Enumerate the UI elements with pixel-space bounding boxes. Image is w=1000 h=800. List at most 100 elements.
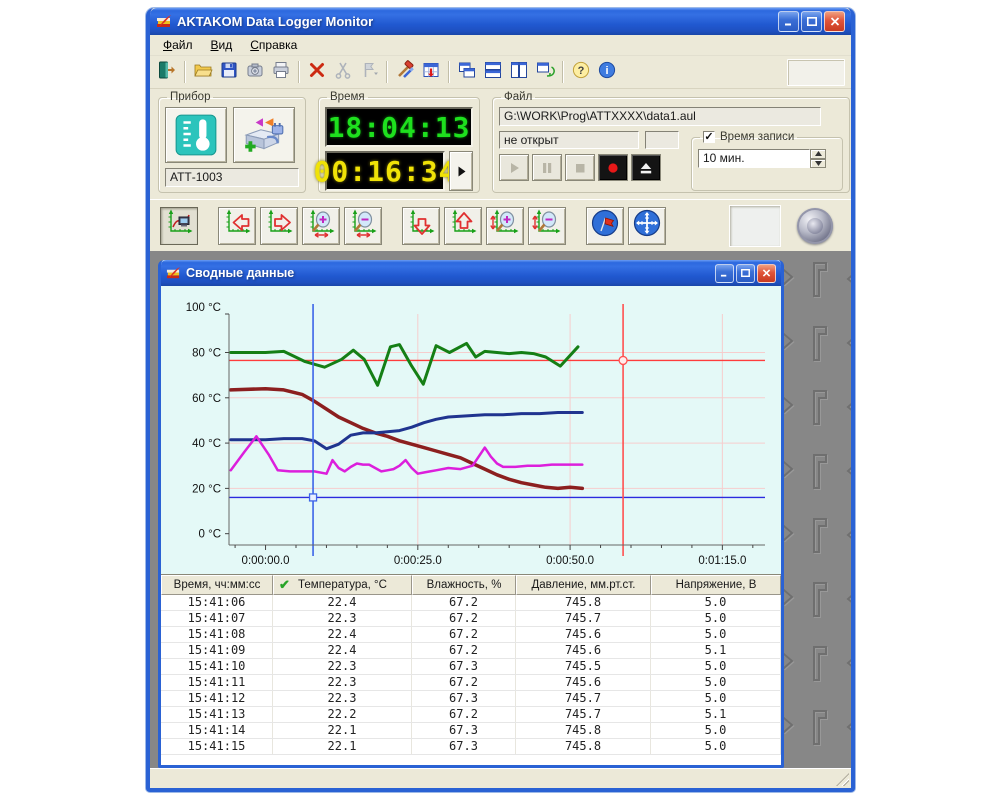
menu-item-справка[interactable]: Справка [241, 36, 306, 54]
spinner-down-icon [815, 161, 822, 166]
marker-dropdown-button[interactable] [356, 59, 382, 85]
device-settings-button[interactable] [165, 107, 227, 163]
scroll-left-button[interactable] [218, 207, 256, 245]
clock-display: 18:04:13 [325, 107, 473, 147]
table-cell: 745.6 [516, 627, 651, 642]
print-button[interactable] [268, 59, 294, 85]
column-header[interactable]: Влажность, % [412, 575, 516, 595]
table-cell: 22.3 [273, 659, 412, 674]
table-cell: 67.3 [412, 659, 516, 674]
zoom-out-y-button[interactable] [528, 207, 566, 245]
column-header[interactable]: Напряжение, В [651, 575, 781, 595]
table-row[interactable]: 15:41:0622.467.2745.85.0 [161, 595, 781, 611]
table-row[interactable]: 15:41:0922.467.2745.65.1 [161, 643, 781, 659]
stop-button[interactable] [565, 154, 595, 181]
close-button[interactable] [824, 11, 845, 32]
device-panel: Прибор [158, 91, 306, 193]
save-button[interactable] [216, 59, 242, 85]
svg-text:0:00:00.0: 0:00:00.0 [242, 555, 290, 567]
interval-up-button[interactable] [810, 149, 826, 159]
table-row[interactable]: 15:41:0822.467.2745.65.0 [161, 627, 781, 643]
table-row[interactable]: 15:41:1322.267.2745.75.1 [161, 707, 781, 723]
table-cell: 15:41:08 [161, 627, 273, 642]
summary-minimize-button[interactable] [715, 264, 734, 283]
save-icon [219, 60, 239, 85]
summary-titlebar[interactable]: Сводные данные [161, 260, 781, 286]
delete-button[interactable] [304, 59, 330, 85]
table-row[interactable]: 15:41:0722.367.2745.75.0 [161, 611, 781, 627]
pause-button[interactable] [532, 154, 562, 181]
file-panel-legend: Файл [501, 91, 535, 103]
minimize-button[interactable] [778, 11, 799, 32]
arrange-icons-button[interactable] [532, 59, 558, 85]
zoom-in-x-button[interactable] [302, 207, 340, 245]
menu-item-файл[interactable]: Файл [154, 36, 202, 54]
play-button[interactable] [499, 154, 529, 181]
maximize-button[interactable] [801, 11, 822, 32]
summary-data-window: Сводные данные 0 °C20 °C40 °C60 °C80 °C1… [158, 260, 784, 768]
exit-button[interactable] [154, 59, 180, 85]
tile-vertical-button[interactable] [506, 59, 532, 85]
settings-icon [395, 60, 415, 85]
summary-close-button[interactable] [757, 264, 776, 283]
record-time-checkbox[interactable]: ✓ [703, 131, 715, 143]
interval-down-button[interactable] [810, 159, 826, 169]
table-cell: 22.4 [273, 643, 412, 658]
import-table-button[interactable] [418, 59, 444, 85]
table-row[interactable]: 15:41:1222.367.3745.75.0 [161, 691, 781, 707]
summary-maximize-button[interactable] [736, 264, 755, 283]
eject-button[interactable] [631, 154, 661, 181]
record-interval-input[interactable]: 10 мин. [698, 149, 810, 168]
open-button[interactable] [190, 59, 216, 85]
elapsed-mode-button[interactable] [449, 151, 473, 191]
scroll-up-button[interactable] [444, 207, 482, 245]
zoom-out-x-button[interactable] [344, 207, 382, 245]
table-cell: 15:41:11 [161, 675, 273, 690]
volume-knob[interactable] [797, 208, 833, 244]
help-button[interactable]: ? [568, 59, 594, 85]
main-titlebar[interactable]: AKTAKOM Data Logger Monitor [150, 8, 851, 35]
resize-grip[interactable] [836, 773, 849, 786]
main-window: AKTAKOM Data Logger Monitor ФайлВидСправ… [146, 8, 855, 792]
control-panels: Прибор [150, 89, 851, 199]
preview-button[interactable] [242, 59, 268, 85]
file-path-field[interactable]: G:\WORK\Prog\ATTXXXX\data1.aul [499, 107, 821, 126]
scroll-up-icon [448, 208, 478, 243]
toolbar-indicator-panel [787, 59, 845, 86]
record-button[interactable] [598, 154, 628, 181]
menu-item-вид[interactable]: Вид [202, 36, 242, 54]
settings-button[interactable] [392, 59, 418, 85]
tile-horizontal-button[interactable] [480, 59, 506, 85]
scroll-right-button[interactable] [260, 207, 298, 245]
table-cell: 5.0 [651, 611, 781, 626]
column-header[interactable]: ✔Температура, °C [273, 575, 412, 595]
about-button[interactable]: i [594, 59, 620, 85]
column-header[interactable]: Давление, мм.рт.ст. [516, 575, 651, 595]
cascade-button[interactable] [454, 59, 480, 85]
spinner-up-icon [815, 151, 822, 156]
table-cell: 15:41:15 [161, 739, 273, 754]
window-title: AKTAKOM Data Logger Monitor [177, 14, 773, 29]
table-cell: 745.7 [516, 707, 651, 722]
cut-button[interactable] [330, 59, 356, 85]
zoom-in-y-button[interactable] [486, 207, 524, 245]
summary-chart[interactable]: 0 °C20 °C40 °C60 °C80 °C100 °C0:00:00.00… [161, 286, 781, 574]
column-header-label: Давление, мм.рт.ст. [532, 579, 636, 591]
scroll-down-button[interactable] [402, 207, 440, 245]
table-row[interactable]: 15:41:1122.367.2745.65.0 [161, 675, 781, 691]
stop-icon [572, 160, 588, 176]
fit-chart-button[interactable] [160, 207, 198, 245]
table-cell: 5.0 [651, 739, 781, 754]
table-row[interactable]: 15:41:1522.167.3745.85.0 [161, 739, 781, 755]
table-row[interactable]: 15:41:1422.167.3745.85.0 [161, 723, 781, 739]
column-header-label: Температура, °C [298, 579, 387, 591]
marker-flag-button[interactable] [586, 207, 624, 245]
table-cell: 67.2 [412, 643, 516, 658]
marker-flag-icon [590, 208, 620, 243]
crosshair-button[interactable] [628, 207, 666, 245]
column-header[interactable]: Время, чч:мм:сс [161, 575, 273, 595]
table-row[interactable]: 15:41:1022.367.3745.55.0 [161, 659, 781, 675]
import-table-icon [421, 60, 441, 85]
connect-device-button[interactable] [233, 107, 295, 163]
device-panel-legend: Прибор [167, 91, 213, 103]
